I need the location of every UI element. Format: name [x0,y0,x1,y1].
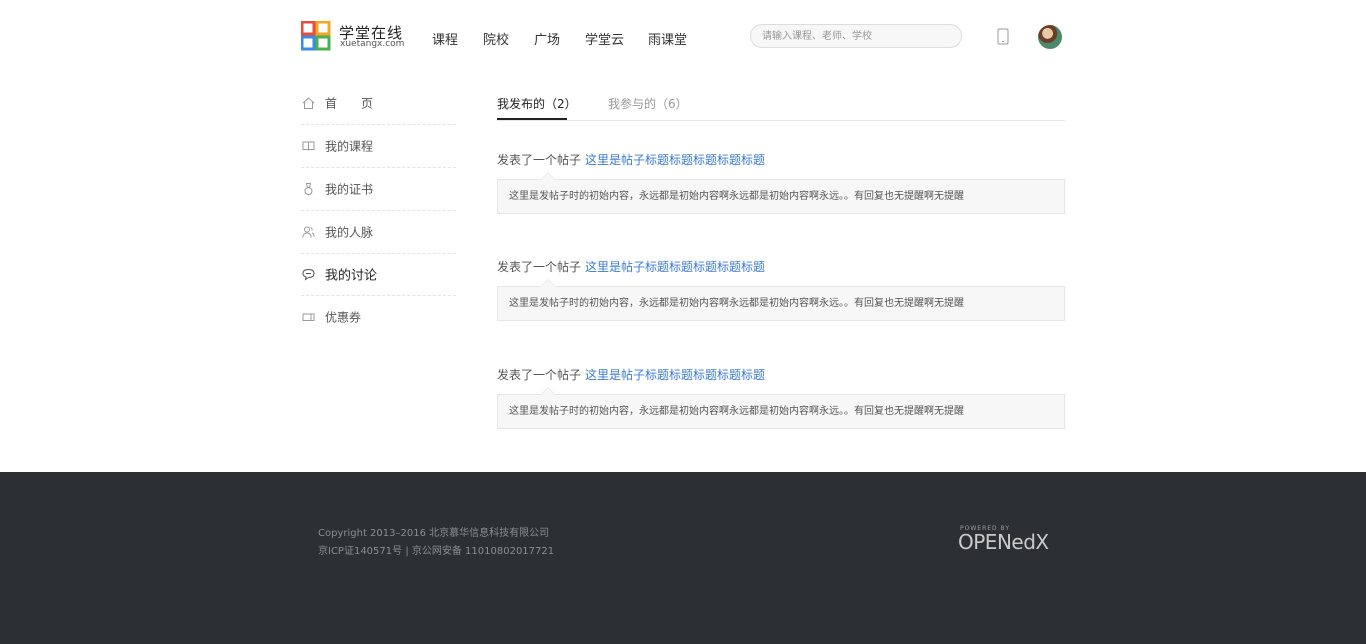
post-action-text: 发表了一个帖子 [497,368,582,382]
post-content: 这里是发帖子时的初始内容，永远都是初始内容啊永远都是初始内容啊永远。。有回复也无… [509,406,964,417]
medal-icon [304,182,313,195]
logo-subtext: xuetangx.com [340,39,405,49]
post-header: 发表了一个帖子 这里是帖子标题标题标题标题标题 [497,366,1065,383]
sidebar-item-label: 我的人脉 [325,225,374,239]
post-content-box: 这里是发帖子时的初始内容，永远都是初始内容啊永远都是初始内容啊永远。。有回复也无… [497,172,1065,214]
post-content: 这里是发帖子时的初始内容，永远都是初始内容啊永远都是初始内容啊永远。。有回复也无… [509,298,964,309]
book-icon [302,141,315,151]
tab-my-participation[interactable]: 我参与的（6） [608,95,688,112]
search-placeholder: 请输入课程、老师、学校 [762,31,872,42]
home-icon [302,96,315,109]
sidebar-item-my-connections[interactable]: 我的人脉 [301,210,456,254]
sidebar-item-home[interactable]: 首 页 [301,81,456,125]
coupon-icon [302,313,315,321]
post-title-link[interactable]: 这里是帖子标题标题标题标题标题 [585,368,765,382]
sidebar-item-label: 我的证书 [325,182,374,196]
sidebar-item-label: 首 页 [325,96,374,110]
post-header: 发表了一个帖子 这里是帖子标题标题标题标题标题 [497,258,1065,275]
list-item: 发表了一个帖子 这里是帖子标题标题标题标题标题 这里是发帖子时的初始内容，永远都是… [497,258,1065,321]
discussion-tabs: 我发布的（2） 我参与的（6） [497,88,1065,121]
nav-rain-classroom[interactable]: 雨课堂 [648,29,687,48]
chat-icon [302,268,315,280]
sidebar-item-coupons[interactable]: 优惠券 [301,295,456,338]
post-content-box: 这里是发帖子时的初始内容，永远都是初始内容啊永远都是初始内容啊永远。。有回复也无… [497,387,1065,429]
xuetangx-logo[interactable]: 学堂在线 xuetangx.com [301,21,411,51]
mobile-app-icon[interactable] [997,28,1009,45]
active-tab-indicator [497,118,567,120]
user-avatar[interactable] [1038,25,1062,49]
nav-xuetang-cloud[interactable]: 学堂云 [585,29,624,48]
nav-plaza[interactable]: 广场 [534,29,560,48]
sidebar-item-my-discussions[interactable]: 我的讨论 [301,252,456,296]
people-icon [302,226,315,238]
sidebar-item-label: 我的讨论 [325,268,378,283]
post-content-box: 这里是发帖子时的初始内容，永远都是初始内容啊永远都是初始内容啊永远。。有回复也无… [497,279,1065,321]
post-action-text: 发表了一个帖子 [497,153,582,167]
sidebar-item-label: 优惠券 [325,310,362,324]
search-input[interactable]: 请输入课程、老师、学校 [750,24,962,48]
post-content: 这里是发帖子时的初始内容，永远都是初始内容啊永远都是初始内容啊永远。。有回复也无… [509,191,964,202]
list-item: 发表了一个帖子 这里是帖子标题标题标题标题标题 这里是发帖子时的初始内容，永远都是… [497,151,1065,214]
post-title-link[interactable]: 这里是帖子标题标题标题标题标题 [585,260,765,274]
sidebar-item-my-certificates[interactable]: 我的证书 [301,167,456,211]
post-header: 发表了一个帖子 这里是帖子标题标题标题标题标题 [497,151,1065,168]
site-footer: Copyright 2013–2016 北京慕华信息科技有限公司 京ICP证14… [0,472,1366,644]
tab-my-posts[interactable]: 我发布的（2） [497,95,577,112]
post-action-text: 发表了一个帖子 [497,260,582,274]
icp-license-text: 京ICP证140571号 | 京公网安备 11010802017721 [318,546,555,557]
copyright-text: Copyright 2013–2016 北京慕华信息科技有限公司 [318,528,550,539]
sidebar-item-label: 我的课程 [325,139,374,153]
logo-icon [301,21,331,51]
sidebar-item-my-courses[interactable]: 我的课程 [301,124,456,168]
list-item: 发表了一个帖子 这里是帖子标题标题标题标题标题 这里是发帖子时的初始内容，永远都是… [497,366,1065,429]
site-header: 学堂在线 xuetangx.com 课程 院校 广场 学堂云 雨课堂 请输入课程… [0,0,1366,74]
nav-courses[interactable]: 课程 [432,29,458,48]
post-title-link[interactable]: 这里是帖子标题标题标题标题标题 [585,153,765,167]
openedx-logo[interactable]: OPENedX [958,530,1049,554]
nav-schools[interactable]: 院校 [483,29,509,48]
